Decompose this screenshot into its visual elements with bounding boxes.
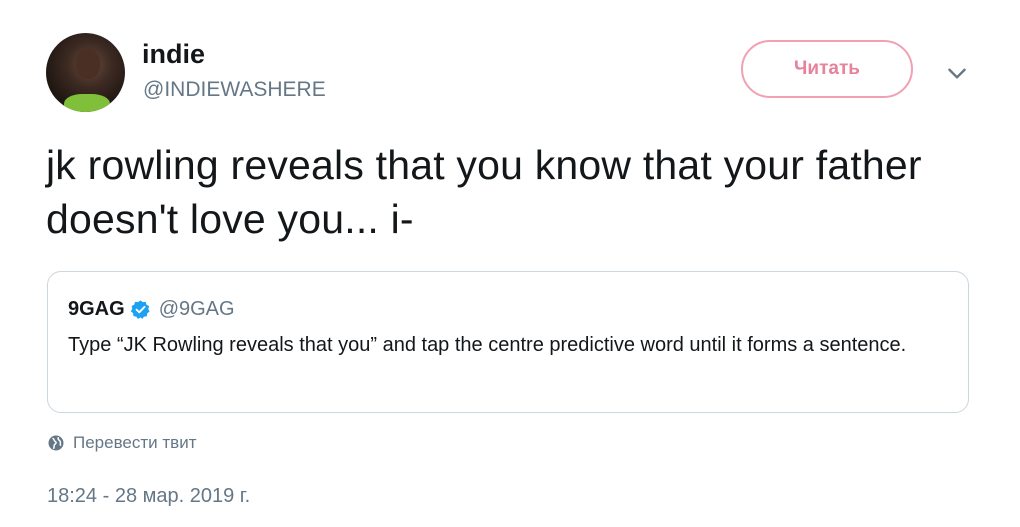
author-handle[interactable]: @INDIEWASHERE xyxy=(143,77,326,103)
avatar-shirt xyxy=(64,94,110,112)
globe-icon xyxy=(48,435,64,451)
follow-button[interactable]: Читать xyxy=(741,40,913,98)
quoted-tweet-card[interactable]: 9GAG @9GAG Type “JK Rowling reveals that… xyxy=(47,271,969,413)
quoted-author-name: 9GAG xyxy=(68,297,125,320)
chevron-down-icon[interactable] xyxy=(944,60,970,86)
tweet-text: jk rowling reveals that you know that yo… xyxy=(46,142,922,242)
avatar-face xyxy=(76,49,100,79)
avatar[interactable] xyxy=(46,33,125,112)
quoted-tweet-header: 9GAG @9GAG xyxy=(68,295,235,323)
translate-tweet-link[interactable]: Перевести твит xyxy=(47,432,196,454)
author-name[interactable]: indie xyxy=(142,38,205,70)
quoted-tweet-text: Type “JK Rowling reveals that you” and t… xyxy=(68,334,907,356)
quoted-author-handle: @9GAG xyxy=(158,297,235,320)
verified-badge-icon xyxy=(130,299,150,319)
tweet-timestamp[interactable]: 18:24 - 28 мар. 2019 г. xyxy=(47,483,250,509)
translate-label: Перевести твит xyxy=(73,433,197,452)
